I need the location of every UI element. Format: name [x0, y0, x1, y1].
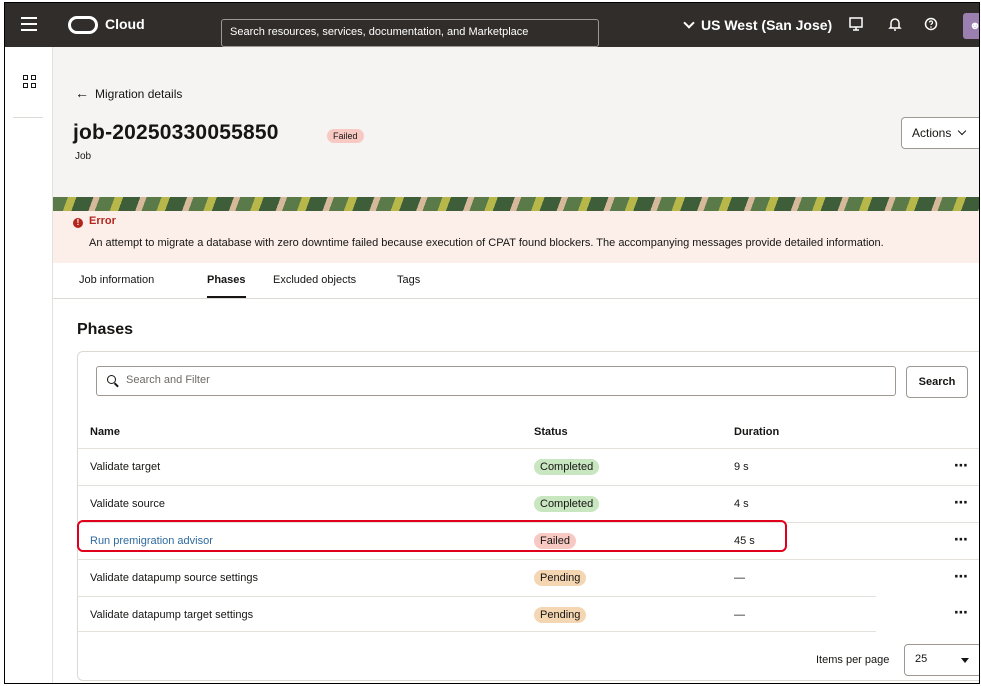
tab-phases[interactable]: Phases: [207, 274, 246, 298]
phase-duration: 4 s: [734, 498, 749, 510]
section-title: Phases: [77, 321, 134, 338]
caret-down-icon: [961, 658, 969, 663]
phase-name: Validate source: [90, 498, 166, 510]
status-badge: Pending: [534, 607, 587, 623]
error-icon: !: [73, 218, 83, 228]
column-header-duration[interactable]: Duration: [734, 426, 779, 438]
table-row: Validate target Completed 9 s ⋯: [78, 448, 979, 485]
left-rail: [5, 47, 53, 683]
error-message: An attempt to migrate a database with ze…: [89, 237, 884, 249]
phase-name: Validate datapump target settings: [90, 609, 254, 621]
region-label: US West (San Jose): [701, 17, 833, 33]
page-title: job-20250330055850: [73, 121, 279, 144]
global-search-input[interactable]: Search resources, services, documentatio…: [221, 19, 599, 47]
arrow-left-icon: ←: [75, 85, 89, 101]
table-row: Validate datapump source settings Pendin…: [78, 559, 979, 596]
rail-divider: [13, 117, 43, 118]
phase-name: Validate datapump source settings: [90, 572, 258, 584]
notifications-icon[interactable]: [887, 17, 903, 33]
search-icon: [107, 375, 116, 384]
status-badge: Completed: [534, 496, 600, 512]
phase-name-link[interactable]: Run premigration advisor: [90, 535, 213, 547]
table-row: Validate source Completed 4 s ⋯: [78, 485, 979, 522]
resources-icon[interactable]: [23, 75, 37, 89]
phase-duration: 9 s: [734, 461, 749, 473]
app-window: Cloud Search resources, services, docume…: [4, 2, 980, 684]
actions-button[interactable]: Actions: [901, 117, 979, 149]
error-banner: ! Error An attempt to migrate a database…: [53, 211, 979, 263]
search-filter-input[interactable]: Search and Filter: [96, 366, 896, 396]
chevron-down-icon: [683, 17, 695, 29]
table-row: Run premigration advisor Failed 45 s ⋯: [78, 522, 979, 559]
items-per-page-value: 25: [915, 653, 928, 665]
phase-duration: —: [734, 572, 745, 584]
status-badge: Completed: [534, 459, 600, 475]
row-actions-icon[interactable]: ⋯: [954, 457, 969, 474]
row-actions-icon[interactable]: ⋯: [954, 604, 968, 621]
column-header-status[interactable]: Status: [534, 426, 568, 438]
back-link[interactable]: ← Migration details: [75, 85, 182, 101]
back-link-label: Migration details: [95, 87, 183, 101]
tab-job-information[interactable]: Job information: [79, 274, 154, 286]
phase-duration: —: [734, 609, 745, 621]
brand-label[interactable]: Cloud: [105, 16, 145, 32]
top-bar: Cloud Search resources, services, docume…: [5, 3, 979, 47]
phase-name: Validate target: [90, 461, 161, 473]
phase-duration: 45 s: [734, 535, 755, 547]
header-banner: [53, 197, 979, 211]
actions-label: Actions: [912, 126, 952, 140]
region-selector[interactable]: US West (San Jose): [683, 17, 833, 33]
row-actions-icon[interactable]: ⋯: [954, 568, 969, 585]
column-header-name[interactable]: Name: [90, 426, 120, 438]
help-icon[interactable]: [923, 17, 939, 33]
filter-placeholder: Search and Filter: [126, 374, 210, 386]
tab-excluded-objects[interactable]: Excluded objects: [273, 274, 356, 286]
menu-icon[interactable]: [21, 17, 37, 31]
items-per-page-select[interactable]: 25: [904, 644, 979, 676]
phases-table-panel: Search and Filter Search Name Status Dur…: [77, 351, 979, 681]
user-avatar-icon[interactable]: ☻: [963, 13, 979, 39]
tab-bar: Job information Phases Excluded objects …: [53, 263, 979, 299]
table-row: Validate datapump target settings Pendin…: [78, 596, 876, 632]
page-subtitle: Job: [75, 151, 92, 162]
tab-tags[interactable]: Tags: [397, 274, 420, 286]
chevron-down-icon: [958, 126, 967, 136]
error-title: Error: [89, 215, 116, 227]
status-badge: Failed: [534, 533, 576, 549]
oracle-logo-icon[interactable]: [68, 16, 98, 34]
row-actions-icon[interactable]: ⋯: [954, 531, 969, 548]
items-per-page-label: Items per page: [816, 654, 890, 666]
status-badge: Failed: [327, 129, 364, 143]
search-button[interactable]: Search: [906, 366, 968, 398]
status-badge: Pending: [534, 570, 587, 586]
row-actions-icon[interactable]: ⋯: [954, 494, 969, 511]
cloud-shell-icon[interactable]: [848, 17, 864, 33]
